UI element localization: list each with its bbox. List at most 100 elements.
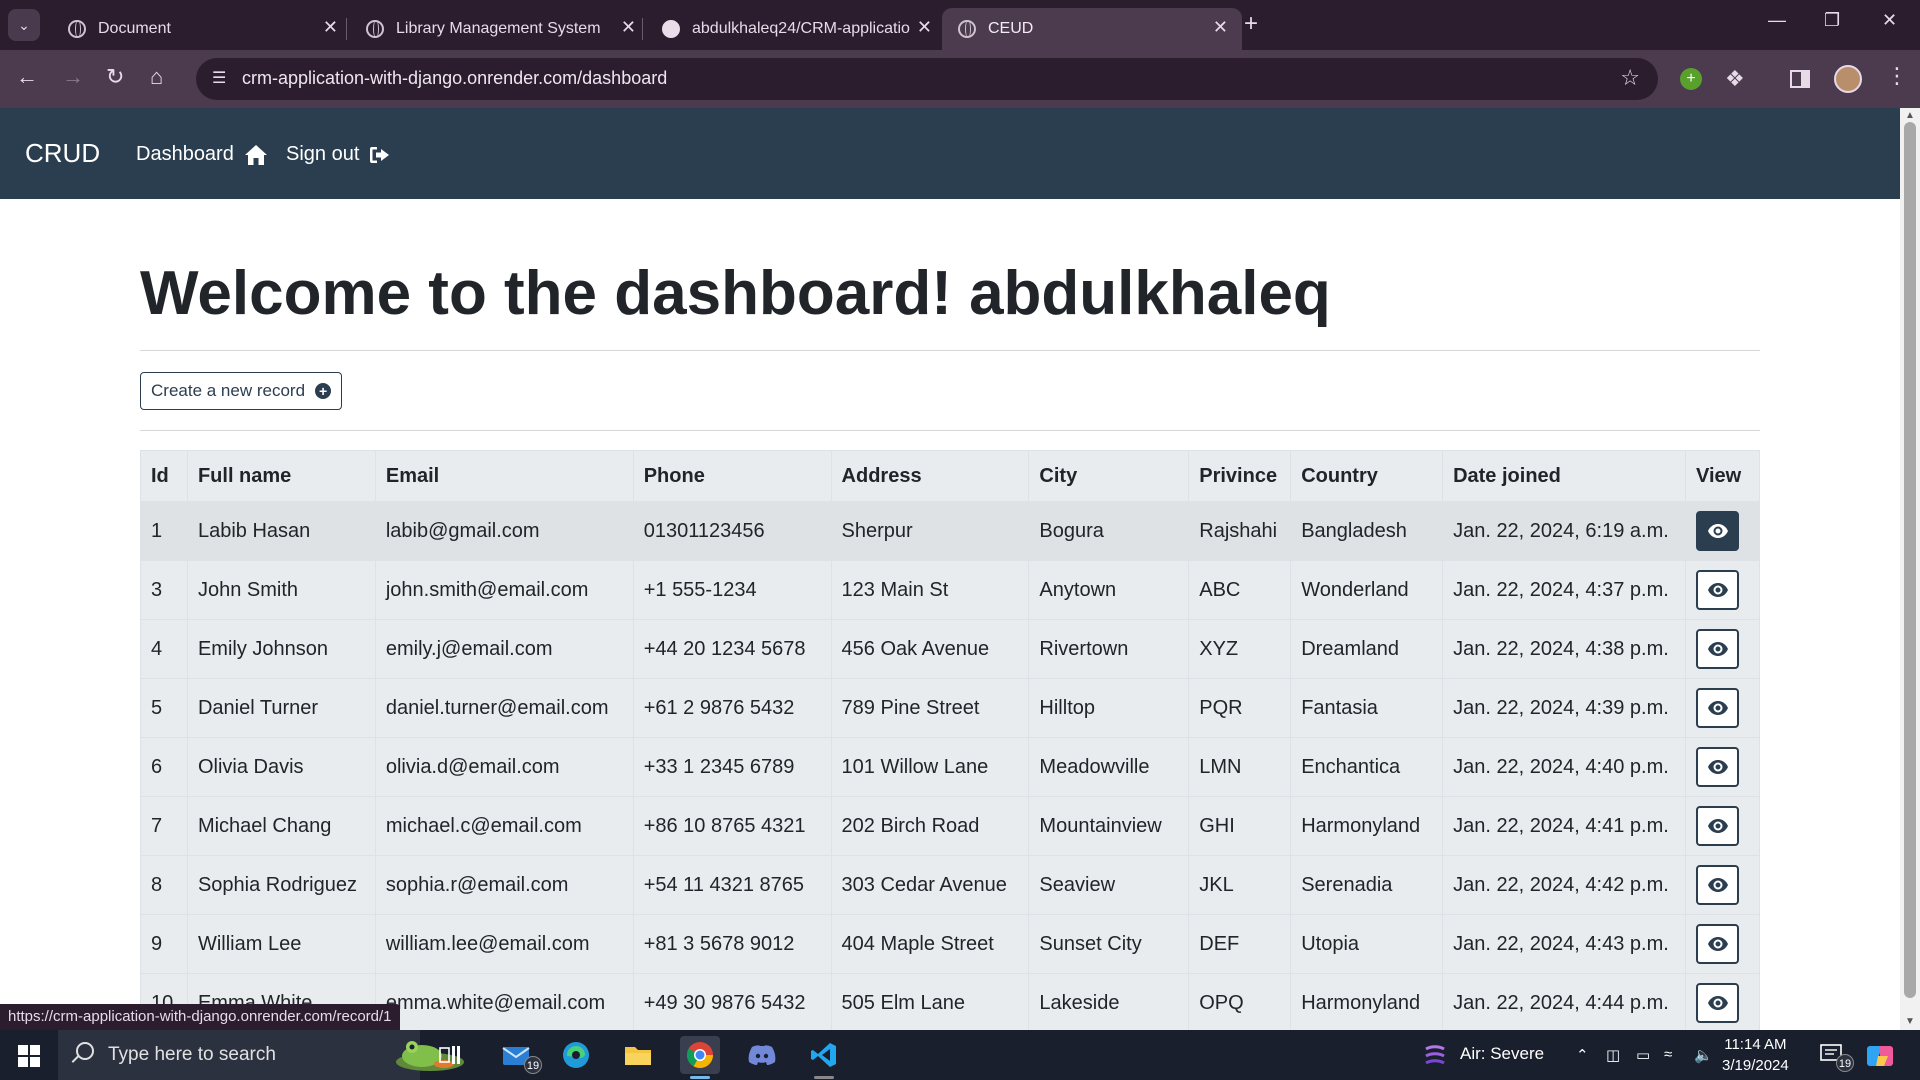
home-icon[interactable]: ⌂ xyxy=(150,64,163,90)
create-record-button[interactable]: Create a new record + xyxy=(140,372,343,410)
cell-city: Hilltop xyxy=(1028,678,1190,738)
tab-label: Library Management System xyxy=(396,20,601,37)
tab-github[interactable]: abdulkhaleq24/CRM-applicatio ✕ xyxy=(646,8,946,50)
extension-green-icon[interactable]: + xyxy=(1680,68,1702,90)
vscode-icon[interactable] xyxy=(804,1036,844,1079)
close-icon[interactable]: ✕ xyxy=(917,17,932,38)
back-arrow-icon[interactable]: ← xyxy=(16,64,38,90)
tab-library-management[interactable]: Library Management System ✕ xyxy=(350,8,650,50)
eye-icon xyxy=(1707,583,1728,597)
chrome-icon[interactable] xyxy=(680,1036,720,1079)
brand-logo[interactable]: CRUD xyxy=(25,138,100,169)
view-record-button[interactable] xyxy=(1696,747,1739,787)
device-icon[interactable]: ◫ xyxy=(1606,1046,1620,1064)
battery-icon[interactable]: ▭ xyxy=(1636,1046,1650,1064)
cell-full-name: Olivia Davis xyxy=(186,737,376,797)
view-record-button[interactable] xyxy=(1696,570,1739,610)
windows-start-icon[interactable] xyxy=(18,1045,40,1067)
site-settings-icon[interactable]: ☰ xyxy=(212,68,232,88)
cell-country: Harmonyland xyxy=(1290,973,1444,1030)
view-record-button[interactable] xyxy=(1696,806,1739,846)
extensions-puzzle-icon[interactable]: ❖ xyxy=(1725,66,1745,92)
cell-province: ABC xyxy=(1188,560,1292,620)
url-text[interactable]: crm-application-with-django.onrender.com… xyxy=(242,68,667,89)
cell-country: Bangladesh xyxy=(1290,501,1444,561)
cell-city: Lakeside xyxy=(1028,973,1190,1030)
cell-full-name: Emily Johnson xyxy=(186,619,376,679)
eye-icon xyxy=(1707,996,1728,1010)
cell-city: Mountainview xyxy=(1028,796,1190,856)
profile-avatar[interactable] xyxy=(1834,65,1862,93)
cell-date-joined: Jan. 22, 2024, 4:43 p.m. xyxy=(1442,914,1686,974)
cell-view xyxy=(1685,796,1760,856)
weather-status[interactable]: Air: Severe xyxy=(1460,1044,1544,1064)
forward-arrow-icon[interactable]: → xyxy=(62,64,84,90)
view-record-button[interactable] xyxy=(1696,688,1739,728)
column-header-province: Privince xyxy=(1188,450,1292,502)
restore-icon[interactable]: ❐ xyxy=(1824,10,1840,31)
tab-search-chevron-icon[interactable]: ⌄ xyxy=(8,9,40,41)
side-panel-icon[interactable] xyxy=(1790,70,1810,88)
browser-toolbar: ← → ↻ ⌂ ☰ crm-application-with-django.on… xyxy=(0,50,1920,108)
cell-city: Sunset City xyxy=(1028,914,1190,974)
window-close-icon[interactable]: ✕ xyxy=(1882,10,1897,31)
table-row: 8 Sophia Rodriguez sophia.r@email.com +54 1… xyxy=(140,855,1760,915)
view-record-button[interactable] xyxy=(1696,924,1739,964)
taskbar-search-box[interactable]: Type here to search xyxy=(58,1030,464,1080)
table-row: 7 Michael Chang michael.c@email.com +86 10 … xyxy=(140,796,1760,856)
cell-full-name: Daniel Turner xyxy=(186,678,376,738)
close-icon[interactable]: ✕ xyxy=(1213,17,1228,38)
nav-dashboard-link[interactable]: Dashboard xyxy=(136,143,268,166)
view-record-button[interactable] xyxy=(1696,511,1739,551)
cell-view xyxy=(1685,619,1760,679)
weather-icon[interactable] xyxy=(1422,1043,1448,1069)
close-icon[interactable]: ✕ xyxy=(621,17,636,38)
new-tab-plus-icon[interactable]: + xyxy=(1244,10,1258,38)
notification-center-icon[interactable]: 19 xyxy=(1820,1044,1854,1072)
nav-signout-link[interactable]: Sign out xyxy=(286,143,391,166)
page-scrollbar[interactable]: ▲ ▼ xyxy=(1900,108,1920,1030)
discord-icon[interactable] xyxy=(742,1036,782,1074)
view-record-button[interactable] xyxy=(1696,629,1739,669)
tab-ceud[interactable]: CEUD ✕ xyxy=(942,8,1242,50)
cell-province: LMN xyxy=(1188,737,1292,797)
column-header-view: View xyxy=(1685,450,1760,502)
cell-address: Sherpur xyxy=(830,501,1030,561)
cell-date-joined: Jan. 22, 2024, 4:41 p.m. xyxy=(1442,796,1686,856)
cell-email: sophia.r@email.com xyxy=(374,855,634,915)
cell-date-joined: Jan. 22, 2024, 4:38 p.m. xyxy=(1442,619,1686,679)
tab-label: abdulkhaleq24/CRM-applicatio xyxy=(692,20,910,37)
view-record-button[interactable] xyxy=(1696,983,1739,1023)
table-header-row: Id Full name Email Phone Address City Pr… xyxy=(140,450,1760,502)
minimize-icon[interactable]: — xyxy=(1768,10,1786,31)
view-record-button[interactable] xyxy=(1696,865,1739,905)
cell-full-name: John Smith xyxy=(186,560,376,620)
eye-icon xyxy=(1707,524,1728,538)
plus-circle-icon: + xyxy=(315,383,332,399)
close-icon[interactable]: ✕ xyxy=(323,17,338,38)
reload-icon[interactable]: ↻ xyxy=(106,64,124,90)
active-app-indicator xyxy=(690,1076,710,1079)
mail-icon[interactable]: 19 xyxy=(496,1036,542,1074)
file-explorer-icon[interactable] xyxy=(618,1036,658,1074)
wifi-icon[interactable]: ≈ xyxy=(1664,1046,1672,1063)
system-clock[interactable]: 11:14 AM 3/19/2024 xyxy=(1722,1034,1789,1076)
windows-taskbar: Type here to search 19 Air: Severe ⌃ ◫ ▭… xyxy=(0,1030,1920,1080)
copilot-icon[interactable] xyxy=(1866,1042,1896,1070)
scrollbar-thumb[interactable] xyxy=(1904,122,1916,998)
cell-id: 5 xyxy=(140,678,188,738)
tab-document[interactable]: Document ✕ xyxy=(52,8,352,50)
table-row: 9 William Lee william.lee@email.com +81 3 5… xyxy=(140,914,1760,974)
task-view-icon[interactable] xyxy=(430,1036,470,1074)
table-row: 5 Daniel Turner daniel.turner@email.com +61… xyxy=(140,678,1760,738)
bookmark-star-icon[interactable]: ☆ xyxy=(1620,65,1640,91)
scroll-up-arrow-icon[interactable]: ▲ xyxy=(1905,110,1915,121)
scroll-down-arrow-icon[interactable]: ▼ xyxy=(1905,1016,1915,1027)
column-header-phone: Phone xyxy=(632,450,832,502)
cell-id: 6 xyxy=(140,737,188,797)
volume-icon[interactable]: 🔈 xyxy=(1694,1046,1713,1064)
browser-menu-icon[interactable]: ⋮ xyxy=(1886,63,1908,89)
address-bar[interactable]: ☰ crm-application-with-django.onrender.c… xyxy=(196,58,1658,100)
edge-icon[interactable] xyxy=(556,1036,596,1074)
show-hidden-icons-chevron[interactable]: ⌃ xyxy=(1576,1046,1589,1064)
